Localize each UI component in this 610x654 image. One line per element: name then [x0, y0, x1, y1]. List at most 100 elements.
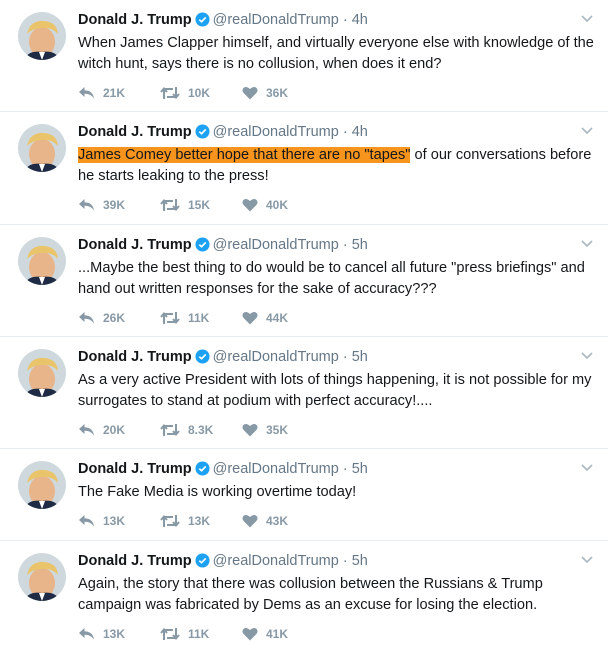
avatar[interactable]	[18, 461, 66, 509]
tweet-actions: 13K 11K 41K	[78, 625, 324, 643]
verified-badge-icon	[195, 124, 210, 144]
tweet-text: The Fake Media is working overtime today…	[78, 482, 598, 503]
timestamp[interactable]: 5h	[352, 349, 368, 365]
avatar[interactable]	[18, 349, 66, 397]
retweet-count: 11K	[188, 627, 210, 641]
reply-icon	[79, 628, 94, 640]
reply-button[interactable]: 26K	[78, 311, 160, 325]
tweet-text-start: As a very active President with lots of …	[78, 372, 592, 409]
handle[interactable]: @realDonaldTrump	[213, 349, 339, 365]
retweet-button[interactable]: 11K	[160, 627, 242, 641]
handle[interactable]: @realDonaldTrump	[213, 124, 339, 140]
tweet[interactable]: Donald J. Trump @realDonaldTrump · 4h Jam…	[0, 112, 608, 225]
chevron-down-icon[interactable]	[580, 460, 594, 472]
retweet-button[interactable]: 10K	[160, 86, 242, 100]
tweet-text: As a very active President with lots of …	[78, 370, 598, 412]
tweet-header: Donald J. Trump @realDonaldTrump · 4h	[78, 123, 368, 141]
avatar[interactable]	[18, 124, 66, 172]
reply-count: 13K	[103, 627, 126, 641]
timestamp[interactable]: 4h	[352, 12, 368, 28]
tweet[interactable]: Donald J. Trump @realDonaldTrump · 5h ...…	[0, 225, 608, 337]
reply-icon	[79, 515, 94, 527]
separator-dot: ·	[342, 553, 348, 569]
handle[interactable]: @realDonaldTrump	[213, 553, 339, 569]
retweet-button[interactable]: 13K	[160, 514, 242, 528]
tweet[interactable]: Donald J. Trump @realDonaldTrump · 4h Whe…	[0, 0, 608, 112]
heart-icon	[242, 424, 258, 437]
timestamp[interactable]: 4h	[352, 124, 368, 140]
reply-icon	[79, 424, 94, 436]
like-count: 44K	[266, 311, 289, 325]
retweet-count: 10K	[188, 86, 211, 100]
chevron-down-icon[interactable]	[580, 552, 594, 564]
like-count: 41K	[266, 627, 289, 641]
reply-icon	[79, 87, 94, 99]
reply-count: 21K	[103, 86, 126, 100]
reply-button[interactable]: 13K	[78, 627, 160, 641]
tweet-text-start: When James Clapper himself, and virtuall…	[78, 35, 594, 72]
retweet-icon	[160, 627, 180, 641]
retweet-count: 15K	[188, 198, 211, 212]
timestamp[interactable]: 5h	[352, 553, 368, 569]
separator-dot: ·	[342, 349, 348, 365]
tweet[interactable]: Donald J. Trump @realDonaldTrump · 5h Aga…	[0, 541, 608, 654]
tweet-text-start: Again, the story that there was collusio…	[78, 576, 543, 613]
chevron-down-icon[interactable]	[580, 348, 594, 360]
reply-count: 20K	[103, 423, 126, 437]
display-name[interactable]: Donald J. Trump	[78, 12, 192, 28]
chevron-down-icon[interactable]	[580, 11, 594, 23]
timestamp[interactable]: 5h	[352, 237, 368, 253]
tweet-text: Again, the story that there was collusio…	[78, 574, 598, 616]
heart-icon	[242, 87, 258, 100]
like-button[interactable]: 36K	[242, 86, 324, 100]
tweet-text-start: ...Maybe the best thing to do would be t…	[78, 260, 585, 297]
chevron-down-icon[interactable]	[580, 123, 594, 135]
reply-count: 13K	[103, 514, 126, 528]
display-name[interactable]: Donald J. Trump	[78, 461, 192, 477]
display-name[interactable]: Donald J. Trump	[78, 349, 192, 365]
reply-button[interactable]: 21K	[78, 86, 160, 100]
avatar[interactable]	[18, 553, 66, 601]
tweet-text: ...Maybe the best thing to do would be t…	[78, 258, 598, 300]
retweet-icon	[160, 311, 180, 325]
avatar[interactable]	[18, 237, 66, 285]
heart-icon	[242, 312, 258, 325]
tweet-actions: 26K 11K 44K	[78, 309, 324, 327]
tweet[interactable]: Donald J. Trump @realDonaldTrump · 5h The…	[0, 449, 608, 541]
avatar[interactable]	[18, 12, 66, 60]
like-button[interactable]: 40K	[242, 198, 324, 212]
retweet-button[interactable]: 15K	[160, 198, 242, 212]
chevron-down-icon[interactable]	[580, 236, 594, 248]
display-name[interactable]: Donald J. Trump	[78, 553, 192, 569]
tweet-actions: 39K 15K 40K	[78, 196, 324, 214]
reply-button[interactable]: 39K	[78, 198, 160, 212]
reply-icon	[79, 312, 94, 324]
like-button[interactable]: 35K	[242, 423, 324, 437]
reply-button[interactable]: 13K	[78, 514, 160, 528]
like-count: 40K	[266, 198, 289, 212]
tweet-header: Donald J. Trump @realDonaldTrump · 5h	[78, 236, 368, 254]
tweet-actions: 13K 13K 43K	[78, 512, 324, 530]
handle[interactable]: @realDonaldTrump	[213, 461, 339, 477]
like-button[interactable]: 43K	[242, 514, 324, 528]
verified-badge-icon	[195, 237, 210, 257]
retweet-button[interactable]: 11K	[160, 311, 242, 325]
handle[interactable]: @realDonaldTrump	[213, 12, 339, 28]
tweet-text: James Comey better hope that there are n…	[78, 145, 598, 187]
handle[interactable]: @realDonaldTrump	[213, 237, 339, 253]
tweet[interactable]: Donald J. Trump @realDonaldTrump · 5h As …	[0, 337, 608, 449]
retweet-icon	[160, 86, 180, 100]
like-button[interactable]: 41K	[242, 627, 324, 641]
like-count: 43K	[266, 514, 289, 528]
tweet-header: Donald J. Trump @realDonaldTrump · 5h	[78, 348, 368, 366]
highlighted-text: James Comey better hope that there are n…	[78, 147, 411, 163]
reply-button[interactable]: 20K	[78, 423, 160, 437]
like-button[interactable]: 44K	[242, 311, 324, 325]
retweet-icon	[160, 198, 180, 212]
retweet-count: 11K	[188, 311, 210, 325]
display-name[interactable]: Donald J. Trump	[78, 124, 192, 140]
timestamp[interactable]: 5h	[352, 461, 368, 477]
display-name[interactable]: Donald J. Trump	[78, 237, 192, 253]
retweet-button[interactable]: 8.3K	[160, 423, 242, 437]
retweet-count: 13K	[188, 514, 211, 528]
